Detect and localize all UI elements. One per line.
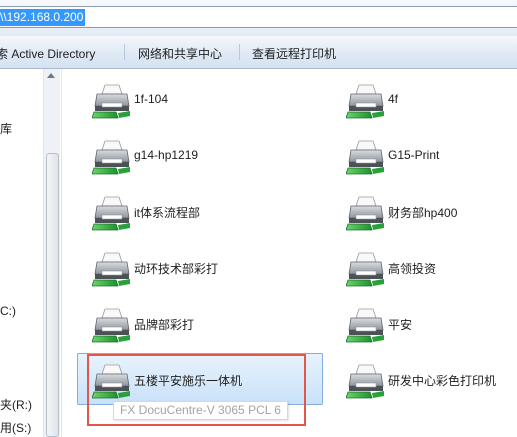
printer-icon bbox=[346, 194, 386, 232]
nav-item-drive-r[interactable]: 夹(R:) bbox=[0, 396, 32, 413]
nav-scrollbar[interactable] bbox=[43, 69, 60, 437]
printer-item[interactable]: 4f bbox=[331, 73, 517, 125]
navigation-pane: 库 C:) 夹(R:) 用(S:) bbox=[0, 69, 62, 437]
view-remote-printers-button[interactable]: 查看远程打印机 bbox=[252, 45, 336, 62]
nav-scrollbar-thumb[interactable] bbox=[46, 153, 59, 437]
toolbar-separator bbox=[124, 44, 125, 60]
printer-icon bbox=[92, 250, 132, 288]
nav-item-drive-c[interactable]: C:) bbox=[0, 304, 16, 318]
printer-icon bbox=[346, 250, 386, 288]
network-sharing-center-button[interactable]: 网络和共享中心 bbox=[138, 45, 222, 62]
toolbar-separator bbox=[239, 44, 240, 60]
printer-icon bbox=[92, 194, 132, 232]
nav-item-drive-s[interactable]: 用(S:) bbox=[0, 419, 31, 436]
printer-item[interactable]: 1f-104 bbox=[77, 73, 323, 125]
search-active-directory-button[interactable]: 索 Active Directory bbox=[0, 45, 95, 62]
printer-item[interactable]: g14-hp1219 bbox=[77, 129, 323, 181]
printer-name: 动环技术部彩打 bbox=[134, 262, 219, 276]
printer-icon bbox=[346, 362, 386, 400]
nav-item-libraries[interactable]: 库 bbox=[0, 120, 12, 137]
address-path[interactable]: \\192.168.0.200 bbox=[0, 9, 86, 26]
printer-name: 研发中心彩色打印机 bbox=[388, 374, 497, 388]
printer-icon bbox=[92, 362, 132, 400]
printer-item[interactable]: 动环技术部彩打 bbox=[77, 241, 323, 293]
printer-icon bbox=[346, 138, 386, 176]
printer-item[interactable]: 品牌部彩打 bbox=[77, 297, 323, 349]
printer-icon bbox=[346, 82, 386, 120]
printer-name: G15-Print bbox=[388, 148, 440, 162]
printer-icon bbox=[346, 306, 386, 344]
printer-icon bbox=[92, 306, 132, 344]
printer-item[interactable]: 财务部hp400 bbox=[331, 185, 517, 237]
printer-icon bbox=[92, 82, 132, 120]
printer-name: 高领投资 bbox=[388, 262, 437, 276]
printer-name: it体系流程部 bbox=[134, 206, 201, 220]
printer-item[interactable]: it体系流程部 bbox=[77, 185, 323, 237]
scroll-up-arrow-icon[interactable] bbox=[47, 73, 55, 78]
printer-item[interactable]: 平安 bbox=[331, 297, 517, 349]
printer-item[interactable]: 研发中心彩色打印机 bbox=[331, 353, 517, 405]
command-toolbar: 索 Active Directory 网络和共享中心 查看远程打印机 bbox=[0, 36, 517, 69]
printer-driver-tooltip: FX DocuCentre-V 3065 PCL 6 bbox=[113, 401, 288, 420]
printer-name: 4f bbox=[388, 92, 399, 106]
address-input[interactable]: \\192.168.0.200 bbox=[0, 6, 517, 28]
printer-item[interactable]: G15-Print bbox=[331, 129, 517, 181]
printer-item[interactable]: 高领投资 bbox=[331, 241, 517, 293]
printer-icon bbox=[92, 138, 132, 176]
printer-name: 平安 bbox=[388, 318, 413, 332]
printer-name: 财务部hp400 bbox=[388, 206, 458, 220]
printer-name: 1f-104 bbox=[134, 92, 169, 106]
printer-name: 品牌部彩打 bbox=[134, 318, 195, 332]
printer-list: 1f-104 4f g14-hp1219 G15-Print it体系流程部 财… bbox=[62, 69, 517, 437]
printer-item-selected[interactable]: 五楼平安施乐一体机 bbox=[77, 353, 323, 405]
address-bar: \\192.168.0.200 bbox=[0, 0, 517, 36]
printer-name: g14-hp1219 bbox=[134, 148, 199, 162]
printer-name: 五楼平安施乐一体机 bbox=[134, 374, 243, 388]
